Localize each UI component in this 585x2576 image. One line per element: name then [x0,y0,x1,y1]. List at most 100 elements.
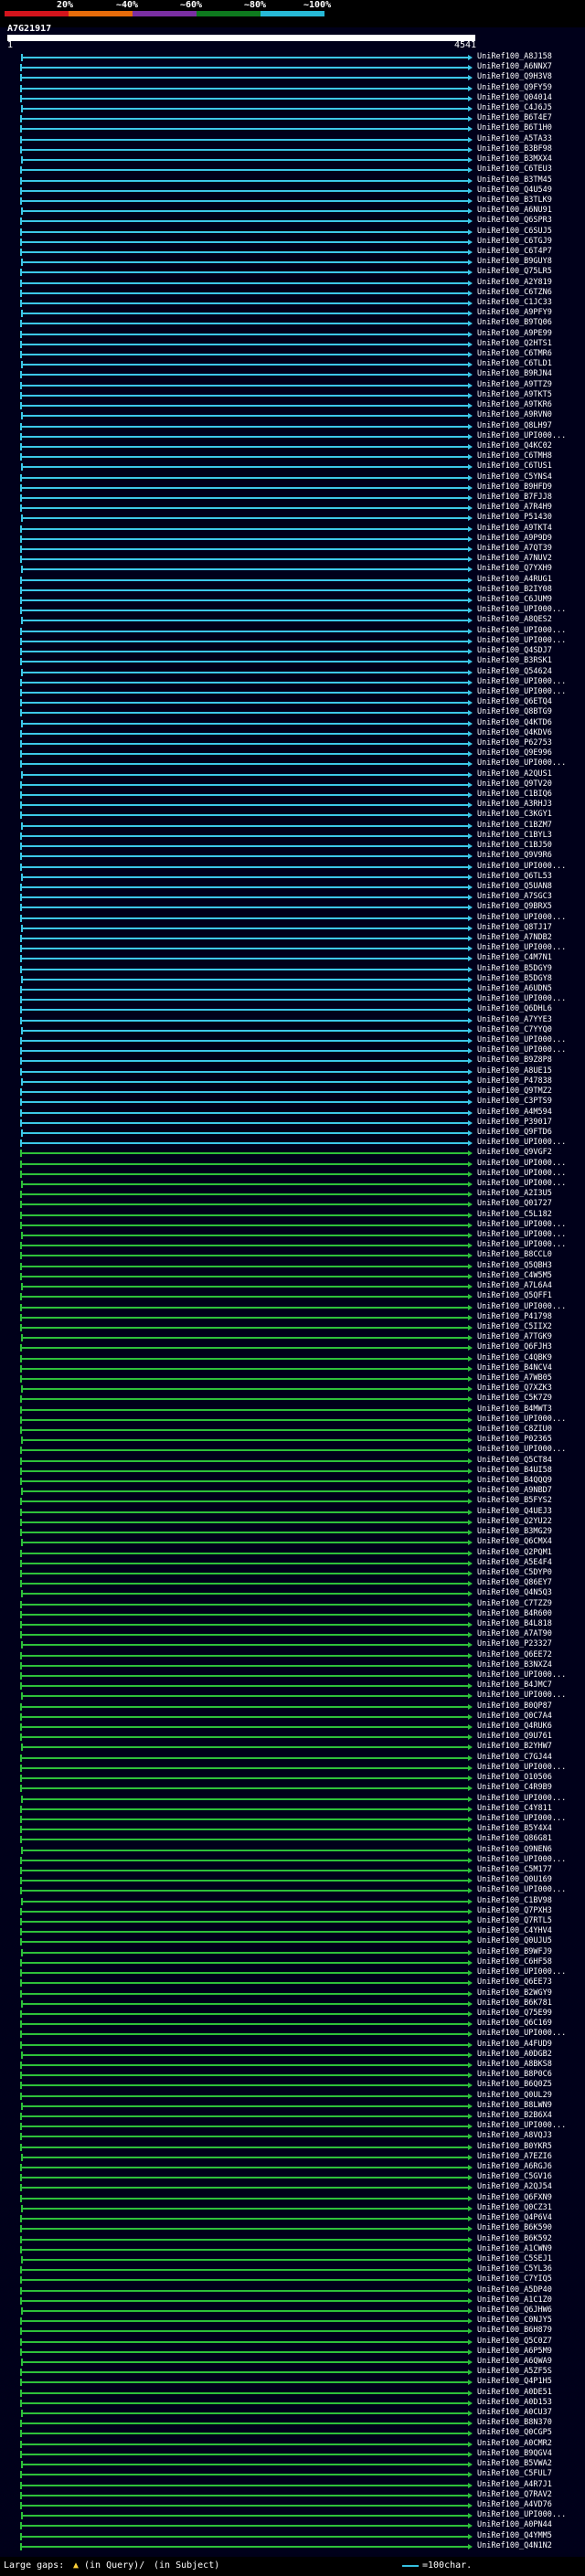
hit-label[interactable]: UniRef100_B6K781 [477,1998,552,2008]
hit-label[interactable]: UniRef100_C1BYL3 [477,831,552,840]
hit-label[interactable]: UniRef100_B3MG29 [477,1527,552,1536]
hit-row[interactable]: UniRef100_C5IIX2 [0,1322,585,1331]
hit-label[interactable]: UniRef100_UPI000... [477,862,566,871]
hit-row[interactable]: UniRef100_UPI000... [0,1138,585,1148]
hit-label[interactable]: UniRef100_Q6FXN9 [477,2193,552,2202]
hit-row[interactable]: UniRef100_UPI000... [0,1763,585,1772]
hit-label[interactable]: UniRef100_A6NNX7 [477,62,552,71]
hit-label[interactable]: UniRef100_C3PTS9 [477,1097,552,1106]
hit-row[interactable]: UniRef100_B6K590 [0,2223,585,2233]
hit-row[interactable]: UniRef100_B2WGY9 [0,1988,585,1998]
hit-row[interactable]: UniRef100_Q01727 [0,1199,585,1209]
hit-row[interactable]: UniRef100_Q4UEJ3 [0,1507,585,1516]
hit-label[interactable]: UniRef100_Q4KTD6 [477,718,552,727]
hit-row[interactable]: UniRef100_Q4KC02 [0,441,585,451]
hit-row[interactable]: UniRef100_UPI000... [0,2029,585,2039]
hit-row[interactable]: UniRef100_A7SGC3 [0,892,585,902]
hit-row[interactable]: UniRef100_Q9BRX5 [0,902,585,912]
hit-label[interactable]: UniRef100_Q9BRX5 [477,902,552,911]
hit-label[interactable]: UniRef100_A4M594 [477,1108,552,1117]
hit-row[interactable]: UniRef100_P62753 [0,738,585,747]
hit-label[interactable]: UniRef100_B2B6X4 [477,2111,552,2120]
hit-label[interactable]: UniRef100_C6HF58 [477,1957,552,1966]
hit-row[interactable]: UniRef100_C4W5M5 [0,1271,585,1280]
hit-row[interactable]: UniRef100_UPI000... [0,1794,585,1803]
hit-row[interactable]: UniRef100_Q6CMX4 [0,1537,585,1547]
hit-label[interactable]: UniRef100_UPI000... [477,1220,566,1229]
hit-label[interactable]: UniRef100_UPI000... [477,687,566,696]
hit-row[interactable]: UniRef100_B2IY08 [0,585,585,594]
hit-label[interactable]: UniRef100_UPI000... [477,626,566,635]
hit-label[interactable]: UniRef100_Q9V9R6 [477,851,552,860]
hit-row[interactable]: UniRef100_B3TM45 [0,175,585,185]
hit-row[interactable]: UniRef100_B3MG29 [0,1527,585,1537]
hit-label[interactable]: UniRef100_C6TGJ9 [477,237,552,246]
hit-label[interactable]: UniRef100_UPI000... [477,758,566,768]
hit-label[interactable]: UniRef100_UPI000... [477,994,566,1003]
hit-row[interactable]: UniRef100_A0DE51 [0,2388,585,2397]
hit-label[interactable]: UniRef100_A5DP40 [477,2285,552,2295]
hit-row[interactable]: UniRef100_B9TQ06 [0,318,585,328]
hit-label[interactable]: UniRef100_C5K7Z9 [477,1394,552,1403]
hit-label[interactable]: UniRef100_A2QUS1 [477,769,552,779]
hit-row[interactable]: UniRef100_UPI000... [0,1670,585,1680]
hit-label[interactable]: UniRef100_A9TTZ9 [477,380,552,389]
hit-row[interactable]: UniRef100_Q4KDV6 [0,728,585,737]
hit-row[interactable]: UniRef100_C3PTS9 [0,1097,585,1107]
hit-row[interactable]: UniRef100_C4R9B9 [0,1783,585,1793]
hit-row[interactable]: UniRef100_C4M7N1 [0,953,585,963]
hit-row[interactable]: UniRef100_UPI000... [0,687,585,696]
hit-row[interactable]: UniRef100_A1C1Z0 [0,2295,585,2305]
hit-row[interactable]: UniRef100_C5SEJ1 [0,2254,585,2263]
hit-row[interactable]: UniRef100_Q4SDJ7 [0,646,585,656]
hit-row[interactable]: UniRef100_Q0UJU5 [0,1936,585,1946]
hit-label[interactable]: UniRef100_C4Y811 [477,1804,552,1813]
hit-row[interactable]: UniRef100_Q4N5Q3 [0,1588,585,1598]
hit-row[interactable]: UniRef100_B5Y4X4 [0,1824,585,1834]
hit-row[interactable]: UniRef100_Q4U549 [0,186,585,195]
hit-row[interactable]: UniRef100_C5M177 [0,1865,585,1874]
hit-row[interactable]: UniRef100_UPI000... [0,1169,585,1178]
hit-row[interactable]: UniRef100_A2I3U5 [0,1189,585,1199]
hit-label[interactable]: UniRef100_Q6FJH3 [477,1342,552,1352]
hit-label[interactable]: UniRef100_Q9VGF2 [477,1148,552,1157]
hit-row[interactable]: UniRef100_UPI000... [0,862,585,871]
hit-label[interactable]: UniRef100_A0CMR2 [477,2439,552,2448]
hit-label[interactable]: UniRef100_A9TKT5 [477,390,552,399]
hit-row[interactable]: UniRef100_A0PN44 [0,2520,585,2530]
hit-label[interactable]: UniRef100_B0YKR5 [477,2142,552,2151]
hit-row[interactable]: UniRef100_A7AT90 [0,1629,585,1639]
hit-row[interactable]: UniRef100_C7YYQ0 [0,1025,585,1034]
hit-label[interactable]: UniRef100_A9RVN0 [477,410,552,419]
hit-row[interactable]: UniRef100_UPI000... [0,994,585,1004]
hit-row[interactable]: UniRef100_Q4N1N2 [0,2541,585,2550]
hit-row[interactable]: UniRef100_B6K592 [0,2234,585,2243]
hit-row[interactable]: UniRef100_B8N370 [0,2418,585,2428]
hit-row[interactable]: UniRef100_UPI000... [0,626,585,635]
hit-row[interactable]: UniRef100_C5YNS4 [0,472,585,482]
hit-label[interactable]: UniRef100_B8P0C6 [477,2070,552,2079]
hit-label[interactable]: UniRef100_C6TUS1 [477,461,552,471]
hit-row[interactable]: UniRef100_Q6ETQ4 [0,697,585,707]
hit-row[interactable]: UniRef100_Q8BTG9 [0,707,585,717]
hit-label[interactable]: UniRef100_B0QP87 [477,1701,552,1711]
hit-label[interactable]: UniRef100_B4L818 [477,1619,552,1628]
hit-label[interactable]: UniRef100_B8N370 [477,2418,552,2427]
hit-label[interactable]: UniRef100_A1CWN9 [477,2244,552,2253]
hit-label[interactable]: UniRef100_Q4UEJ3 [477,1507,552,1516]
hit-row[interactable]: UniRef100_UPI000... [0,1045,585,1055]
hit-label[interactable]: UniRef100_A1C1Z0 [477,2295,552,2305]
hit-label[interactable]: UniRef100_A9PE99 [477,329,552,338]
hit-label[interactable]: UniRef100_Q8LH97 [477,421,552,430]
hit-label[interactable]: UniRef100_A7YYE3 [477,1015,552,1024]
hit-row[interactable]: UniRef100_C1BV98 [0,1896,585,1905]
hit-label[interactable]: UniRef100_C6TLD1 [477,359,552,368]
hit-label[interactable]: UniRef100_UPI000... [477,677,566,686]
hit-row[interactable]: UniRef100_Q4RUK6 [0,1722,585,1732]
hit-label[interactable]: UniRef100_P23327 [477,1639,552,1648]
hit-row[interactable]: UniRef100_Q6EE72 [0,1650,585,1659]
hit-row[interactable]: UniRef100_A7EZI6 [0,2152,585,2161]
hit-row[interactable]: UniRef100_B6Q0Z5 [0,2080,585,2090]
hit-row[interactable]: UniRef100_A8VQJ3 [0,2131,585,2141]
hit-row[interactable]: UniRef100_A1CWN9 [0,2244,585,2253]
